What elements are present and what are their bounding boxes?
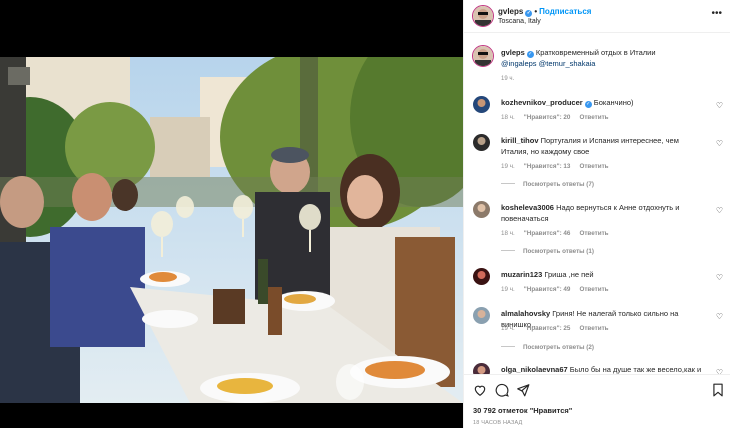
separator-dot: • <box>534 7 538 16</box>
mention-link[interactable]: @temur_shakaia <box>539 59 596 68</box>
comment-likes[interactable]: "Нравится": 25 <box>524 325 571 332</box>
caption-username[interactable]: gvleps <box>501 48 525 57</box>
comment-time: 19 ч. <box>501 163 515 170</box>
comment-username[interactable]: kosheleva3006 <box>501 203 554 212</box>
comment-username[interactable]: kirill_tihov <box>501 136 539 145</box>
comment-likes[interactable]: "Нравится": 46 <box>524 230 571 237</box>
post-photo[interactable] <box>0 57 463 403</box>
reply-button[interactable]: Ответить <box>579 114 608 121</box>
caption-body: Кратковременный отдых в Италии <box>535 48 656 57</box>
view-replies-button[interactable]: Посмотреть ответы (2) <box>501 344 594 351</box>
comment-username[interactable]: muzarin123 <box>501 270 542 279</box>
commenter-avatar[interactable] <box>473 363 490 374</box>
post-age: 18 ЧАСОВ НАЗАД <box>473 420 523 426</box>
heart-icon[interactable]: ♡ <box>716 101 723 110</box>
ellipsis-icon[interactable]: ••• <box>711 8 722 19</box>
caption-time: 19 ч. <box>501 76 515 82</box>
verified-badge-icon: ✓ <box>526 51 534 58</box>
commenter-avatar[interactable] <box>473 96 490 113</box>
view-replies-button[interactable]: Посмотреть ответы (1) <box>501 248 594 255</box>
caption-text: gvleps ✓ Кратковременный отдых в Италии @… <box>501 47 716 69</box>
commenter-avatar[interactable] <box>473 134 490 151</box>
heart-icon[interactable]: ♡ <box>716 273 723 282</box>
commenter-avatar[interactable] <box>473 201 490 218</box>
verified-badge-icon: ✓ <box>525 10 533 17</box>
commenter-avatar[interactable] <box>473 307 490 324</box>
instagram-post-window: gvleps ✓ • Подписаться Toscana, Italy ••• g… <box>0 0 730 428</box>
comment-text: Боканчино) <box>593 98 634 107</box>
follow-button[interactable]: Подписаться <box>539 7 591 16</box>
comment-username[interactable]: olga_nikolaevna67 <box>501 365 568 374</box>
comment-icon[interactable] <box>495 383 509 397</box>
post-location[interactable]: Toscana, Italy <box>498 18 541 25</box>
heart-icon[interactable]: ♡ <box>716 312 723 321</box>
post-header: gvleps ✓ • Подписаться Toscana, Italy ••• <box>464 0 730 33</box>
author-avatar[interactable] <box>473 6 493 26</box>
commenter-avatar[interactable] <box>473 268 490 285</box>
comment-likes[interactable]: "Нравится": 13 <box>524 163 571 170</box>
reply-button[interactable]: Ответить <box>579 286 608 293</box>
comment-time: 18 ч. <box>501 230 515 237</box>
photo-illustration <box>0 57 463 403</box>
comment-time: 19 ч. <box>501 325 515 332</box>
reply-button[interactable]: Ответить <box>579 230 608 237</box>
mention-link[interactable]: @ingaleps <box>501 59 537 68</box>
comment-username[interactable]: kozhevnikov_producer <box>501 98 583 107</box>
post-sidebar: gvleps ✓ • Подписаться Toscana, Italy ••• g… <box>463 0 730 428</box>
comment-likes[interactable]: "Нравится": 20 <box>524 114 571 121</box>
reply-button[interactable]: Ответить <box>579 325 608 332</box>
share-icon[interactable] <box>516 383 530 397</box>
author-username[interactable]: gvleps <box>498 7 523 16</box>
comment-text: Гриша ,не пей <box>544 270 594 279</box>
comment-time: 19 ч. <box>501 286 515 293</box>
heart-icon[interactable]: ♡ <box>716 139 723 148</box>
reply-button[interactable]: Ответить <box>579 163 608 170</box>
verified-badge-icon: ✓ <box>584 101 592 108</box>
caption-avatar[interactable] <box>473 46 493 66</box>
comment-username[interactable]: almalahovsky <box>501 309 550 318</box>
likes-count[interactable]: 30 792 отметок "Нравится" <box>473 406 572 415</box>
view-replies-button[interactable]: Посмотреть ответы (7) <box>501 181 594 188</box>
comment-time: 18 ч. <box>501 114 515 121</box>
bookmark-icon[interactable] <box>711 383 725 397</box>
photo-panel <box>0 0 463 428</box>
comments-list[interactable]: kozhevnikov_producer ✓ Боканчино) 18 ч. "Н… <box>464 88 730 374</box>
heart-icon[interactable]: ♡ <box>716 206 723 215</box>
action-bar: 30 792 отметок "Нравится" 18 ЧАСОВ НАЗАД <box>464 374 730 428</box>
heart-icon[interactable] <box>473 383 487 397</box>
comment-likes[interactable]: "Нравится": 49 <box>524 286 571 293</box>
